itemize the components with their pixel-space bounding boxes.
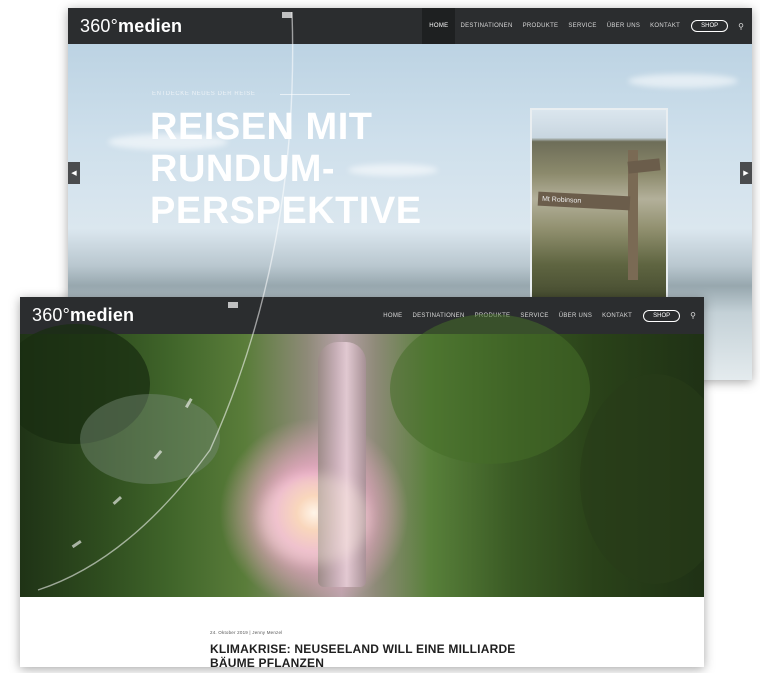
article-header: 24. Oktober 2019 | Jenny Menzel KLIMAKRI… (20, 597, 704, 667)
nav-item-ueber-uns[interactable]: ÜBER UNS (607, 8, 640, 44)
hero-kicker: ENTDECKE NEUES DER REISE (152, 91, 256, 97)
nav-item-produkte[interactable]: PRODUKTE (523, 8, 559, 44)
foliage-decoration (80, 394, 220, 484)
search-icon[interactable]: ⚲ (738, 22, 744, 31)
signpost-board: Mt Robinson (537, 191, 631, 211)
nav-item-service[interactable]: SERVICE (568, 8, 596, 44)
cloud-decoration (628, 74, 738, 88)
logo[interactable]: 360°medien (32, 305, 134, 326)
nav-item-home[interactable]: HOME (422, 8, 456, 44)
hero-photo-signpost: Mt Robinson (530, 108, 668, 310)
chevron-left-icon: ◀ (71, 170, 77, 177)
logo[interactable]: 360°medien (80, 16, 182, 37)
nav-item-kontakt[interactable]: KONTAKT (602, 297, 632, 334)
article-meta: 24. Oktober 2019 | Jenny Menzel (210, 630, 283, 635)
slider-next-button[interactable]: ▶ (740, 162, 752, 184)
article-headline[interactable]: KLIMAKRISE: NEUSEELAND WILL EINE MILLIAR… (210, 642, 530, 667)
chevron-right-icon: ▶ (743, 170, 749, 177)
shop-button[interactable]: SHOP (643, 309, 681, 322)
hero-title-line: PERSPEKTIVE (150, 190, 422, 232)
nav-item-ueber-uns[interactable]: ÜBER UNS (559, 297, 592, 334)
foliage-decoration (580, 374, 704, 584)
navbar: 360°medien HOME DESTINATIONEN PRODUKTE S… (20, 297, 704, 334)
shop-button[interactable]: SHOP (691, 20, 729, 32)
nav-menu: HOME DESTINATIONEN PRODUKTE SERVICE ÜBER… (422, 8, 744, 44)
nav-item-home[interactable]: HOME (383, 297, 402, 334)
hero-title: REISEN MIT RUNDUM- PERSPEKTIVE (150, 106, 422, 232)
sunlight-glow (260, 474, 370, 564)
slider-prev-button[interactable]: ◀ (68, 162, 80, 184)
website-screenshot-article: 360°medien HOME DESTINATIONEN PRODUKTE S… (20, 297, 704, 667)
article-hero-image-forest (20, 314, 704, 597)
foliage-decoration (390, 314, 590, 464)
nav-item-kontakt[interactable]: KONTAKT (650, 8, 680, 44)
navbar: 360°medien HOME DESTINATIONEN PRODUKTE S… (68, 8, 752, 44)
nav-item-destinationen[interactable]: DESTINATIONEN (460, 8, 512, 44)
signpost-board (627, 158, 661, 174)
hero-title-line: RUNDUM- (150, 148, 336, 190)
hero-title-line: REISEN MIT (150, 106, 373, 148)
kicker-divider (280, 94, 350, 95)
search-icon[interactable]: ⚲ (690, 311, 696, 320)
